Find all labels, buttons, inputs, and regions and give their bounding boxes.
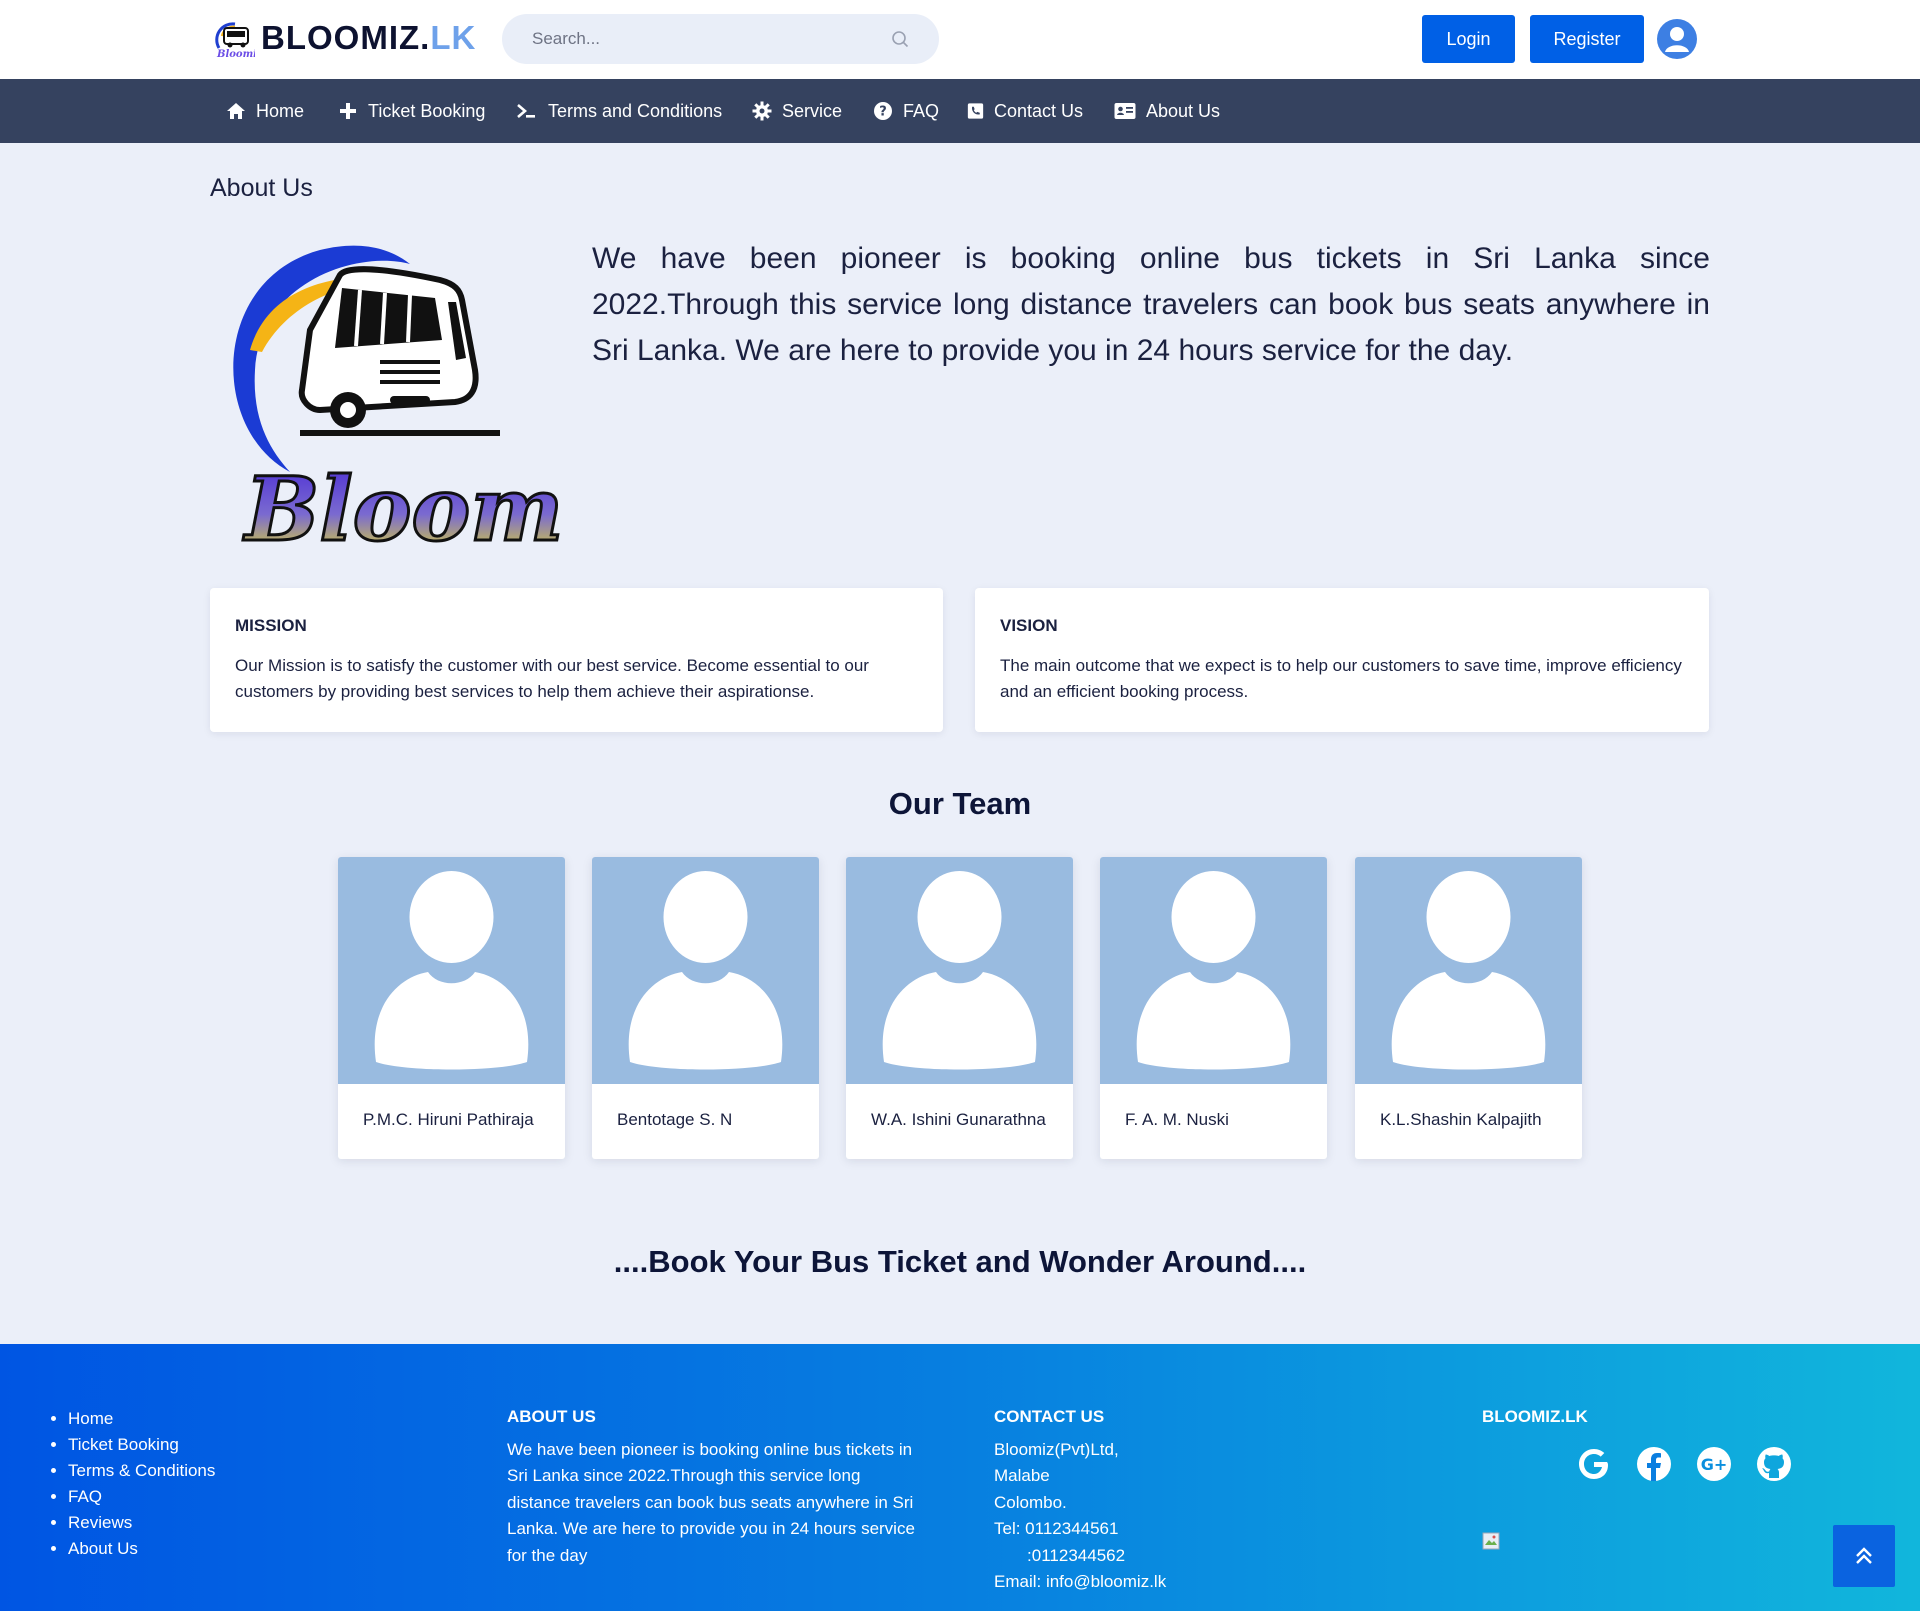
home-icon bbox=[227, 103, 245, 119]
member-name: Bentotage S. N bbox=[617, 1110, 733, 1129]
search-input[interactable] bbox=[532, 14, 872, 64]
member-photo bbox=[1100, 857, 1327, 1084]
member-photo bbox=[592, 857, 819, 1084]
member-name: K.L.Shashin Kalpajith bbox=[1380, 1110, 1542, 1129]
nav-faq-label: FAQ bbox=[903, 100, 940, 121]
logo-wordmark: Bloomiz bbox=[242, 457, 560, 560]
mission-heading: MISSION bbox=[235, 616, 307, 635]
google-icon[interactable] bbox=[1574, 1444, 1614, 1484]
plus-icon bbox=[340, 103, 356, 119]
person-placeholder-icon bbox=[882, 871, 1037, 1070]
broken-image-icon bbox=[1482, 1532, 1500, 1550]
gear-icon bbox=[752, 101, 772, 121]
id-card-icon bbox=[1114, 103, 1136, 119]
footer-contact: CONTACT US Bloomiz(Pvt)Ltd, Malabe Colom… bbox=[994, 1404, 1294, 1596]
vision-text: The main outcome that we expect is to he… bbox=[1000, 656, 1682, 701]
person-placeholder-icon bbox=[1136, 871, 1291, 1070]
github-icon[interactable] bbox=[1754, 1444, 1794, 1484]
person-placeholder-icon bbox=[1391, 871, 1546, 1070]
user-circle-icon bbox=[1665, 27, 1689, 52]
bloomiz-bus-logo: Bloomiz bbox=[233, 245, 560, 560]
footer-links: Home Ticket Booking Terms & Conditions F… bbox=[68, 1406, 215, 1562]
nav-faq[interactable]: ? FAQ bbox=[873, 79, 939, 143]
brand-name: BLOOMIZ.LK bbox=[261, 19, 476, 57]
team-member-card: W.A. Ishini Gunarathna bbox=[846, 857, 1073, 1159]
member-photo bbox=[1355, 857, 1582, 1084]
footer-brand: BLOOMIZ.LK bbox=[1482, 1404, 1588, 1437]
nav-about[interactable]: About Us bbox=[1114, 79, 1220, 143]
intro-text: We have been pioneer is booking online b… bbox=[592, 242, 1710, 367]
terminal-icon bbox=[517, 104, 535, 118]
member-name: F. A. M. Nuski bbox=[1125, 1110, 1229, 1129]
nav-about-label: About Us bbox=[1146, 100, 1221, 121]
nav-service[interactable]: Service bbox=[752, 79, 842, 143]
question-circle-icon: ? bbox=[874, 102, 892, 120]
google-plus-icon[interactable]: G+ bbox=[1694, 1444, 1734, 1484]
brand-main: BLOOMIZ. bbox=[261, 19, 431, 56]
top-header: Bloomiz BLOOMIZ.LK Login Register bbox=[0, 0, 1920, 79]
svg-text:G+: G+ bbox=[1701, 1455, 1728, 1474]
nav-ticket-booking[interactable]: Ticket Booking bbox=[338, 79, 485, 143]
search-box bbox=[502, 14, 939, 64]
team-member-card: K.L.Shashin Kalpajith bbox=[1355, 857, 1582, 1159]
page-title: About Us bbox=[210, 174, 313, 202]
svg-text:?: ? bbox=[879, 105, 887, 120]
scroll-to-top-button[interactable] bbox=[1833, 1525, 1895, 1587]
footer-link-terms[interactable]: Terms & Conditions bbox=[68, 1458, 215, 1484]
footer-about-heading: ABOUT US bbox=[507, 1407, 596, 1426]
social-links: G+ bbox=[1574, 1444, 1794, 1484]
vision-card: VISION The main outcome that we expect i… bbox=[975, 588, 1709, 732]
person-placeholder-icon bbox=[374, 871, 529, 1070]
footer-link-ticket-booking[interactable]: Ticket Booking bbox=[68, 1432, 215, 1458]
nav-ticket-booking-label: Ticket Booking bbox=[368, 100, 486, 121]
user-account-button[interactable] bbox=[1657, 19, 1697, 59]
footer-about-text: We have been pioneer is booking online b… bbox=[507, 1439, 915, 1565]
contact-line: Tel: 0112344561 bbox=[994, 1519, 1119, 1538]
member-name: W.A. Ishini Gunarathna bbox=[871, 1110, 1046, 1129]
footer-brand-heading: BLOOMIZ.LK bbox=[1482, 1407, 1588, 1426]
nav-service-label: Service bbox=[782, 100, 843, 121]
footer-contact-heading: CONTACT US bbox=[994, 1407, 1105, 1426]
footer-link-home[interactable]: Home bbox=[68, 1406, 215, 1432]
member-photo bbox=[846, 857, 1073, 1084]
team-title: Our Team bbox=[888, 786, 1032, 821]
nav-terms-label: Terms and Conditions bbox=[548, 100, 723, 121]
site-logo[interactable]: Bloomiz BLOOMIZ.LK bbox=[211, 18, 476, 58]
nav-contact[interactable]: Contact Us bbox=[967, 79, 1083, 143]
search-icon[interactable] bbox=[891, 30, 909, 48]
contact-line: Colombo. bbox=[994, 1492, 1067, 1512]
footer-link-about[interactable]: About Us bbox=[68, 1536, 215, 1562]
contact-email: Email: info@bloomiz.lk bbox=[994, 1572, 1167, 1591]
svg-text:Bloomiz: Bloomiz bbox=[216, 49, 255, 58]
slogan: ....Book Your Bus Ticket and Wonder Arou… bbox=[613, 1244, 1307, 1279]
team-member-card: F. A. M. Nuski bbox=[1100, 857, 1327, 1159]
member-photo bbox=[338, 857, 565, 1084]
footer-link-faq[interactable]: FAQ bbox=[68, 1484, 215, 1510]
double-chevron-up-icon bbox=[1856, 1547, 1872, 1564]
member-name: P.M.C. Hiruni Pathiraja bbox=[363, 1110, 534, 1129]
mission-card: MISSION Our Mission is to satisfy the cu… bbox=[210, 588, 943, 732]
register-button[interactable]: Register bbox=[1530, 15, 1644, 63]
bus-logo-icon: Bloomiz bbox=[215, 22, 255, 58]
vision-heading: VISION bbox=[1000, 616, 1058, 635]
facebook-icon[interactable] bbox=[1634, 1444, 1674, 1484]
login-button[interactable]: Login bbox=[1422, 15, 1515, 63]
footer-about: ABOUT US We have been pioneer is booking… bbox=[507, 1404, 927, 1569]
footer-link-reviews[interactable]: Reviews bbox=[68, 1510, 215, 1536]
team-member-card: P.M.C. Hiruni Pathiraja bbox=[338, 857, 565, 1159]
brand-accent: LK bbox=[430, 19, 477, 56]
mission-text: Our Mission is to satisfy the customer w… bbox=[235, 656, 869, 701]
nav-terms[interactable]: Terms and Conditions bbox=[514, 79, 722, 143]
person-placeholder-icon bbox=[628, 871, 783, 1070]
nav-home-label: Home bbox=[256, 100, 305, 121]
nav-contact-label: Contact Us bbox=[994, 100, 1084, 121]
phone-square-icon bbox=[967, 103, 984, 119]
contact-line: Malabe bbox=[994, 1466, 1050, 1485]
contact-line: :0112344562 bbox=[994, 1545, 1126, 1565]
nav-home[interactable]: Home bbox=[226, 79, 304, 143]
team-member-card: Bentotage S. N bbox=[592, 857, 819, 1159]
main-navigation: Home Ticket Booking Terms and Conditions… bbox=[0, 79, 1920, 143]
site-footer: Home Ticket Booking Terms & Conditions F… bbox=[0, 1344, 1920, 1611]
contact-line: Bloomiz(Pvt)Ltd, bbox=[994, 1439, 1119, 1459]
